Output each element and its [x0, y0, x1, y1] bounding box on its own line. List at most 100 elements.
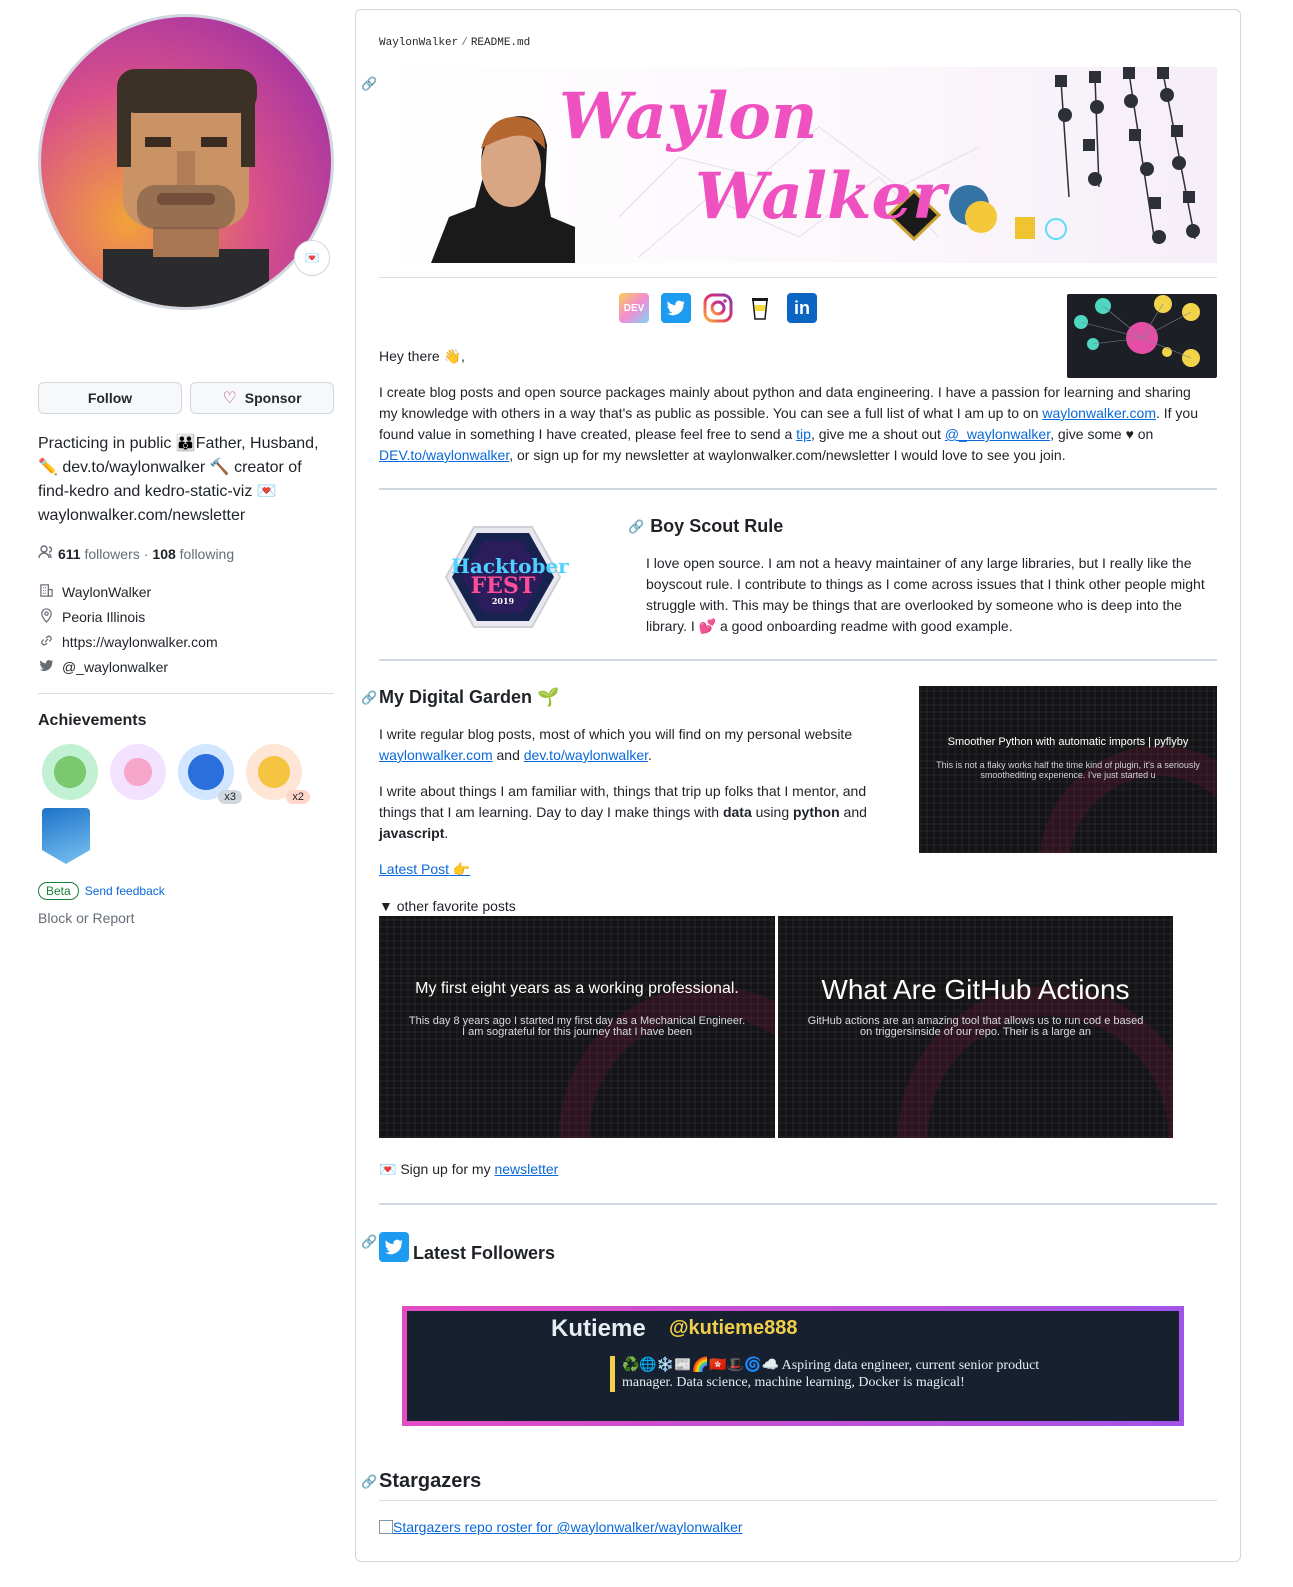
sidebar-divider: [38, 693, 334, 694]
bio-line: find-kedro and kedro-static-viz 💌: [38, 483, 277, 500]
follower-card[interactable]: Kutieme @kutieme888 ♻️🌐❄️📰🌈🇭🇰🎩🌀☁️ Aspiri…: [402, 1306, 1184, 1426]
garden-text: and: [839, 804, 867, 820]
breadcrumb: WaylonWalker / README.md: [379, 37, 530, 49]
intro-text: , or sign up for my newsletter at waylon…: [509, 447, 1066, 463]
vcard-company: WaylonWalker: [38, 579, 334, 604]
followers-count: 611: [58, 545, 81, 562]
followers-link[interactable]: 611 followers: [58, 546, 140, 562]
banner-title-first: Waylon: [559, 79, 818, 154]
twitter-handle-link[interactable]: @_waylonwalker: [945, 426, 1050, 442]
achievement-pair-extraordinaire[interactable]: [42, 744, 98, 800]
garden-text: and: [492, 747, 524, 763]
garden-text: I write regular blog posts, most of whic…: [379, 726, 853, 742]
follow-counts: 611 followers · 108 following: [38, 544, 334, 563]
following-count: 108: [152, 545, 176, 562]
tmux-thumbnail[interactable]: [1067, 294, 1217, 378]
following-label: following: [179, 545, 235, 562]
achievements-title: Achievements: [38, 712, 147, 729]
linkedin-icon[interactable]: in: [787, 293, 817, 323]
boy-scout-heading: 🔗 Boy Scout Rule: [628, 516, 783, 537]
sponsor-button[interactable]: ♡ Sponsor: [190, 382, 334, 414]
twitter-link[interactable]: @_waylonwalker: [62, 659, 168, 675]
garden-bold: python: [793, 804, 840, 820]
tip-link[interactable]: tip: [796, 426, 811, 442]
feedback-row: Beta Send feedback: [38, 882, 334, 900]
follow-button[interactable]: Follow: [38, 382, 182, 414]
favorite-post-desc: GitHub actions are an amazing tool that …: [807, 1015, 1144, 1038]
digital-garden-title: My Digital Garden 🌱: [379, 687, 560, 707]
favorite-post-title: My first eight years as a working profes…: [415, 980, 739, 997]
profile-readme: WaylonWalker / README.md 🔗 Waylon Walker…: [355, 9, 1241, 1562]
send-feedback-link[interactable]: Send feedback: [85, 884, 165, 898]
hacktoberfest-text: Hacktober FEST 2019: [451, 556, 569, 606]
stargazers-alt: Stargazers repo roster for @waylonwalker…: [393, 1519, 743, 1535]
people-icon: [38, 544, 54, 563]
favorite-post-card[interactable]: What Are GitHub Actions GitHub actions a…: [778, 916, 1173, 1138]
vcard-twitter[interactable]: @_waylonwalker: [38, 654, 334, 679]
section-divider: [379, 1203, 1217, 1205]
garden-bold: javascript: [379, 825, 445, 841]
latest-followers-title: Latest Followers: [413, 1243, 556, 1263]
greeting: Hey there 👋,: [379, 348, 465, 364]
waylonwalker-link[interactable]: waylonwalker.com: [1042, 405, 1156, 421]
newsletter-link[interactable]: newsletter: [494, 1161, 558, 1177]
newsletter-text: 💌 Sign up for my: [379, 1161, 495, 1177]
intro-paragraph: I create blog posts and open source pack…: [379, 382, 1209, 466]
follower-name: Kutieme: [551, 1315, 646, 1342]
favorite-post-card[interactable]: My first eight years as a working profes…: [379, 916, 775, 1138]
anchor-link-icon[interactable]: 🔗: [628, 519, 644, 535]
avatar[interactable]: [38, 14, 334, 310]
latest-post-link[interactable]: Latest Post 👉: [379, 859, 470, 880]
waylonwalker-link[interactable]: waylonwalker.com: [379, 747, 493, 763]
section-divider: [379, 1500, 1217, 1501]
following-link[interactable]: 108 following: [152, 546, 234, 562]
achievement-starstruck[interactable]: x2: [246, 744, 310, 804]
favorite-posts-details[interactable]: ▼ other favorite posts: [379, 898, 516, 914]
achievement-yolo[interactable]: [110, 744, 166, 800]
website-link[interactable]: https://waylonwalker.com: [62, 634, 218, 650]
twitter-icon[interactable]: [661, 293, 691, 323]
achievement-badges: x3 x2: [38, 744, 310, 864]
profile-sidebar: 💌 Follow ♡ Sponsor Practicing in public …: [38, 14, 334, 926]
favorite-post-desc: This day 8 years ago I started my first …: [408, 1015, 746, 1038]
achievement-arctic-code-vault[interactable]: [42, 808, 90, 864]
anchor-link-icon[interactable]: 🔗: [361, 1234, 377, 1250]
garden-text: using: [751, 804, 793, 820]
stargazers-image[interactable]: Stargazers repo roster for @waylonwalker…: [379, 1519, 743, 1535]
garden-text: .: [444, 825, 449, 841]
favorite-post-title: What Are GitHub Actions: [821, 974, 1130, 1005]
badge-count: x2: [286, 790, 310, 804]
status-emoji[interactable]: 💌: [294, 240, 330, 276]
anchor-link-icon[interactable]: 🔗: [361, 1474, 377, 1490]
block-or-report-link[interactable]: Block or Report: [38, 910, 334, 926]
stargazers-title: Stargazers: [379, 1470, 482, 1492]
garden-bold: data: [722, 804, 752, 820]
bio-line: Practicing in public 👪Father, Husband,: [38, 435, 319, 452]
details-summary: other favorite posts: [396, 898, 516, 914]
follower-handle: @kutieme888: [669, 1317, 798, 1339]
sponsor-heart-icon: ♡: [222, 390, 237, 407]
profile-bio: Practicing in public 👪Father, Husband, ✏…: [38, 432, 334, 528]
follower-bio-emoji: ♻️🌐❄️📰🌈🇭🇰🎩🌀☁️: [622, 1358, 779, 1373]
twitter-icon: [379, 1232, 409, 1262]
devto-link[interactable]: DEV.to/waylonwalker: [379, 447, 509, 463]
boy-scout-body: I love open source. I am not a heavy mai…: [646, 555, 1205, 634]
location-text: Peoria Illinois: [62, 608, 146, 625]
vcard-website[interactable]: https://waylonwalker.com: [38, 629, 334, 654]
latest-post-card[interactable]: Smoother Python with automatic imports |…: [919, 686, 1217, 853]
profile-actions: Follow ♡ Sponsor: [38, 382, 334, 414]
breadcrumb-owner[interactable]: WaylonWalker: [379, 37, 458, 49]
dev-icon[interactable]: DEV: [619, 293, 649, 323]
garden-paragraph-2: I write about things I am familiar with,…: [379, 781, 879, 844]
devto-link[interactable]: dev.to/waylonwalker: [524, 747, 648, 763]
anchor-link-icon[interactable]: 🔗: [361, 690, 377, 706]
achievement-pull-shark[interactable]: x3: [178, 744, 242, 804]
instagram-icon[interactable]: [703, 293, 733, 323]
banner-title-last: Walker: [695, 159, 946, 234]
boy-scout-title: Boy Scout Rule: [650, 516, 784, 536]
sponsor-label: Sponsor: [244, 390, 302, 406]
anchor-link-icon[interactable]: 🔗: [361, 76, 377, 92]
hex-line2: FEST: [470, 573, 536, 599]
coffee-icon[interactable]: [745, 293, 775, 323]
garden-paragraph-1: I write regular blog posts, most of whic…: [379, 724, 869, 766]
